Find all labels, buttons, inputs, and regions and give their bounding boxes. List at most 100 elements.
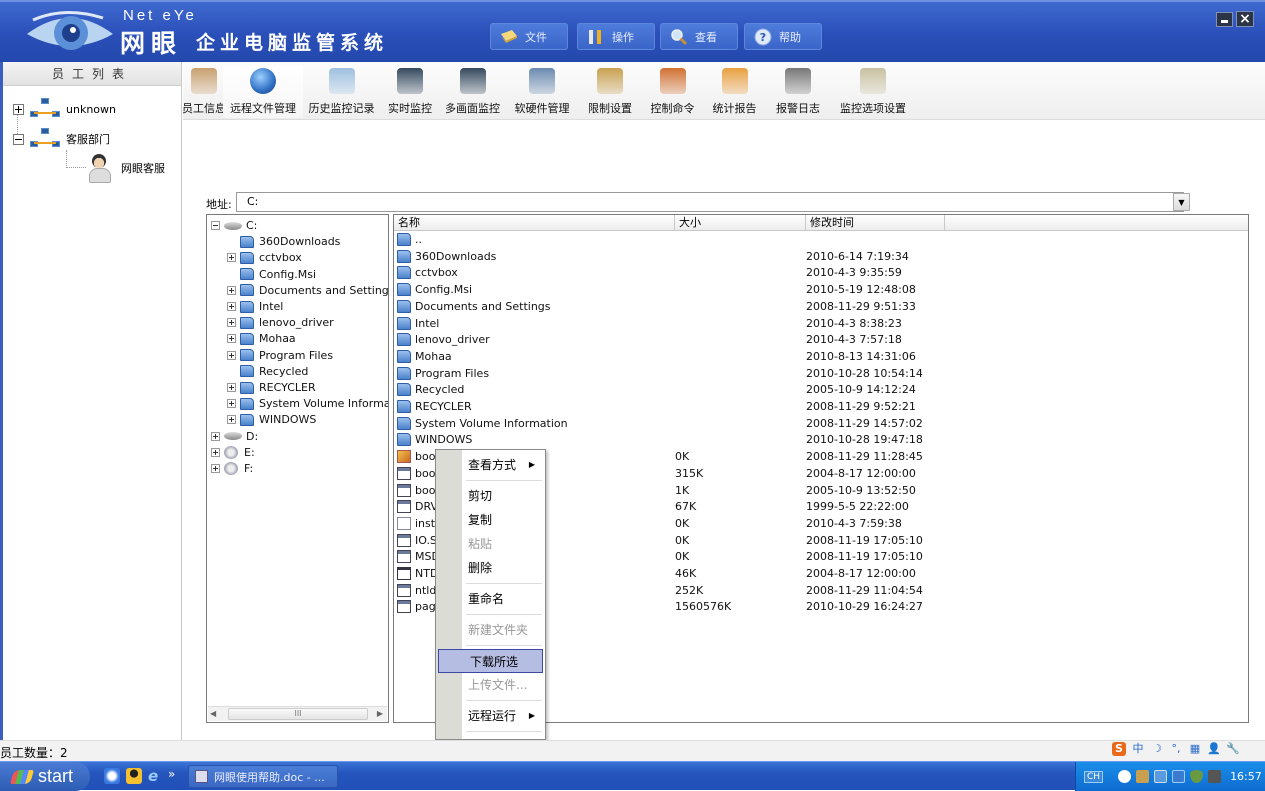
expand-icon[interactable] xyxy=(211,464,220,473)
expand-icon[interactable] xyxy=(13,103,24,115)
browser-quicklaunch-icon[interactable] xyxy=(104,768,120,784)
column-size[interactable]: 大小 xyxy=(675,215,806,231)
half-width-icon[interactable]: ☽ xyxy=(1150,742,1164,756)
toolbar-globe[interactable]: 远程文件管理 xyxy=(223,66,303,118)
tray-network-icon[interactable] xyxy=(1136,770,1150,783)
tray-security-shield-icon[interactable] xyxy=(1190,770,1204,783)
context-menu-item[interactable]: 重命名 xyxy=(437,587,544,611)
toolbar-hardware[interactable]: 软硬件管理 xyxy=(505,66,579,118)
horizontal-scrollbar[interactable]: ◀ III ▶ xyxy=(208,706,387,721)
tree-folder[interactable]: cctvbox xyxy=(227,250,302,265)
context-menu-item[interactable]: 删除 xyxy=(437,556,544,580)
address-dropdown-button[interactable]: ▼ xyxy=(1173,193,1190,211)
column-name[interactable]: 名称 xyxy=(394,215,675,231)
file-row[interactable]: Recycled 2005-10-9 14:12:24 xyxy=(394,382,1248,399)
file-row[interactable]: .. xyxy=(394,232,1248,249)
scroll-thumb[interactable]: III xyxy=(228,708,368,720)
expand-icon[interactable] xyxy=(227,399,236,409)
tree-folder[interactable]: Recycled xyxy=(227,364,308,379)
scroll-left-arrow-icon[interactable]: ◀ xyxy=(210,709,216,718)
collapse-icon[interactable] xyxy=(211,221,220,230)
tree-drive[interactable]: F: xyxy=(211,461,253,476)
tray-monitor-icon[interactable] xyxy=(1154,770,1168,783)
ime-settings-icon[interactable]: 🔧 xyxy=(1226,742,1240,756)
tray-arrow-icon[interactable] xyxy=(1118,770,1132,783)
scroll-right-arrow-icon[interactable]: ▶ xyxy=(377,709,383,718)
tray-device-icon[interactable] xyxy=(1172,770,1186,783)
expand-icon[interactable] xyxy=(227,302,236,311)
menu-operate[interactable]: 操作 xyxy=(577,23,655,50)
file-row[interactable]: RECYCLER 2008-11-29 9:52:21 xyxy=(394,399,1248,416)
tree-node-department[interactable]: 客服部门 xyxy=(13,128,110,150)
toolbar-monitor[interactable]: 实时监控 xyxy=(380,66,440,118)
chinese-mode-icon[interactable]: 中 xyxy=(1131,742,1145,756)
tree-node-user[interactable]: 网眼客服 xyxy=(87,154,165,183)
tree-folder[interactable]: Mohaa xyxy=(227,331,296,346)
file-row[interactable]: lenovo_driver 2010-4-3 7:57:18 xyxy=(394,332,1248,349)
taskbar-item-document[interactable]: 网眼使用帮助.doc - ... xyxy=(188,765,338,788)
tree-drive[interactable]: E: xyxy=(211,445,255,460)
menu-view[interactable]: 查看 xyxy=(660,23,738,50)
expand-icon[interactable] xyxy=(227,350,236,360)
tree-drive-c[interactable]: C: xyxy=(211,218,257,233)
context-menu-item[interactable]: 下载所选 xyxy=(438,649,543,673)
tree-drive[interactable]: D: xyxy=(211,429,258,444)
file-row[interactable]: WINDOWS 2010-10-28 19:47:18 xyxy=(394,432,1248,449)
tray-app-icon[interactable] xyxy=(1208,770,1222,783)
user-center-icon[interactable]: 👤 xyxy=(1207,742,1221,756)
expand-icon[interactable] xyxy=(227,415,236,425)
context-menu-item[interactable]: 远程运行 ▶ xyxy=(437,704,544,728)
expand-icon[interactable] xyxy=(211,431,220,441)
minimize-button[interactable] xyxy=(1216,12,1233,27)
menu-help[interactable]: ? 帮助 xyxy=(744,23,822,50)
tree-folder[interactable]: Documents and Settings xyxy=(227,283,388,298)
expand-icon[interactable] xyxy=(227,285,236,295)
expand-icon[interactable] xyxy=(227,383,236,392)
file-row[interactable]: Program Files 2010-10-28 10:54:14 xyxy=(394,366,1248,383)
context-menu-item[interactable]: 复制 xyxy=(437,508,544,532)
toolbar-search-history[interactable]: 历史监控记录 xyxy=(303,66,380,118)
toolbar-control[interactable]: 控制命令 xyxy=(641,66,704,118)
toolbar-alarm-speaker[interactable]: 报警日志 xyxy=(765,66,831,118)
tree-folder[interactable]: lenovo_driver xyxy=(227,315,334,330)
tree-folder[interactable]: System Volume Informatio xyxy=(227,396,388,411)
expand-icon[interactable] xyxy=(227,334,236,344)
address-input[interactable]: C: xyxy=(236,192,1184,212)
expand-icon[interactable] xyxy=(227,318,236,328)
file-row[interactable]: Config.Msi 2010-5-19 12:48:08 xyxy=(394,282,1248,299)
context-menu-item[interactable]: 剪切 xyxy=(437,484,544,508)
tree-node-unknown[interactable]: unknown xyxy=(13,98,116,120)
file-row[interactable]: System Volume Information 2008-11-29 14:5… xyxy=(394,416,1248,433)
tree-folder[interactable]: Intel xyxy=(227,299,283,314)
ie-quicklaunch-icon[interactable]: e xyxy=(148,768,164,784)
soft-keyboard-icon[interactable]: ▦ xyxy=(1188,742,1202,756)
toolbar-settings-tools[interactable]: 监控选项设置 xyxy=(831,66,915,118)
toolbar-multi-monitor[interactable]: 多画面监控 xyxy=(440,66,505,118)
tree-folder[interactable]: Program Files xyxy=(227,348,333,363)
close-button[interactable]: × xyxy=(1236,11,1254,27)
quicklaunch-more-icon[interactable]: » xyxy=(168,767,175,781)
file-row[interactable]: Intel 2010-4-3 8:38:23 xyxy=(394,316,1248,333)
toolbar-report[interactable]: 统计报告 xyxy=(704,66,765,118)
tree-folder[interactable]: Config.Msi xyxy=(227,267,316,282)
sogou-ime-icon[interactable]: S xyxy=(1112,742,1126,756)
toolbar-lock-folder[interactable]: 限制设置 xyxy=(579,66,641,118)
collapse-icon[interactable] xyxy=(13,133,24,145)
punctuation-icon[interactable]: °, xyxy=(1169,742,1183,756)
tree-folder[interactable]: RECYCLER xyxy=(227,380,316,395)
file-row[interactable]: Mohaa 2010-8-13 14:31:06 xyxy=(394,349,1248,366)
tree-folder[interactable]: WINDOWS xyxy=(227,412,316,427)
start-button[interactable]: start xyxy=(0,762,90,791)
language-indicator[interactable]: CH xyxy=(1084,770,1104,783)
context-menu-item[interactable]: 查看方式 ▶ xyxy=(437,453,544,477)
column-modified[interactable]: 修改时间 xyxy=(806,215,945,231)
toolbar-user[interactable]: 员工信息 xyxy=(182,66,226,118)
expand-icon[interactable] xyxy=(227,253,236,263)
file-row[interactable]: Documents and Settings 2008-11-29 9:51:33 xyxy=(394,299,1248,316)
expand-icon[interactable] xyxy=(211,447,220,457)
qq-quicklaunch-icon[interactable] xyxy=(126,768,142,784)
file-row[interactable]: cctvbox 2010-4-3 9:35:59 xyxy=(394,265,1248,282)
menu-file[interactable]: 文件 xyxy=(490,23,568,50)
tree-folder[interactable]: 360Downloads xyxy=(227,234,340,249)
file-row[interactable]: 360Downloads 2010-6-14 7:19:34 xyxy=(394,249,1248,266)
